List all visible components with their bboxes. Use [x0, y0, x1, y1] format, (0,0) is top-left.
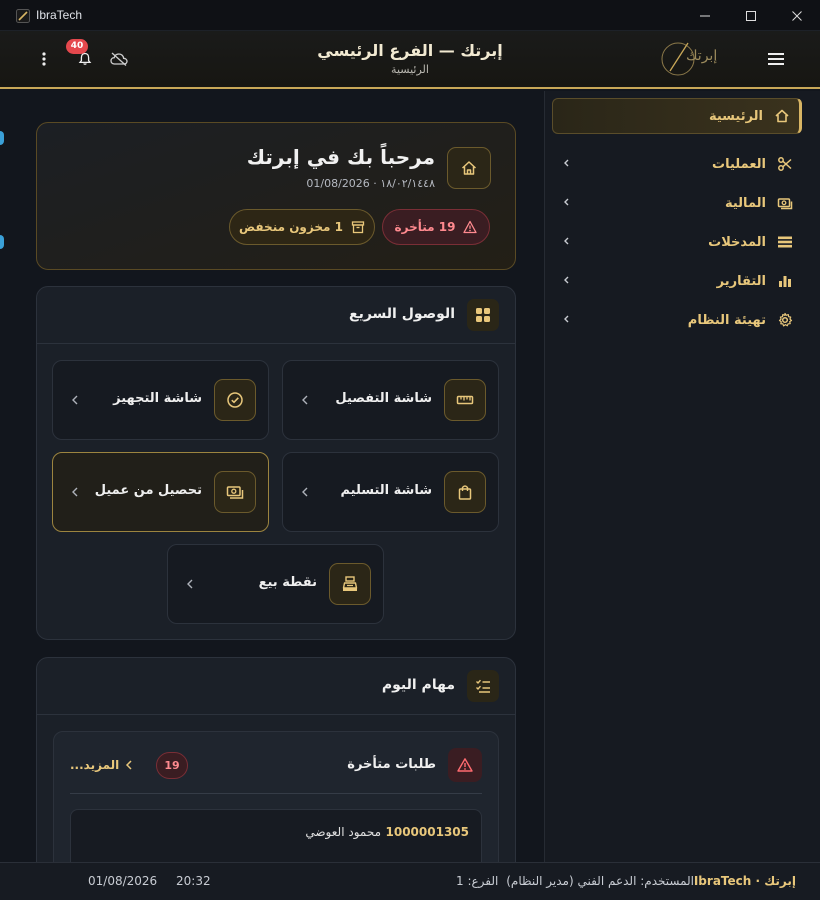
chevron-left-icon — [302, 395, 308, 405]
welcome-title: مرحباً بك في إبرتك — [246, 145, 435, 169]
edge-indicator — [0, 131, 4, 145]
grid-icon — [467, 299, 499, 331]
tile-label: شاشة التفصيل — [335, 391, 432, 406]
chevron-left-icon — [564, 315, 569, 323]
status-branch: الفرع: 1 — [456, 874, 499, 888]
check-circle-icon — [214, 379, 256, 421]
sidebar-item-operations[interactable]: العمليات — [552, 146, 802, 182]
tile-label: نقطة بيع — [258, 575, 317, 590]
tasks-header: مهام اليوم — [37, 658, 515, 715]
chevron-left-icon — [126, 760, 132, 770]
scissors-icon — [776, 155, 794, 173]
close-window-button[interactable] — [774, 0, 820, 31]
chevron-left-icon — [564, 159, 569, 167]
shopping-bag-icon — [444, 471, 486, 513]
overdue-orders-title: طلبات متأخرة — [347, 757, 436, 772]
main-content: مرحباً بك في إبرتك ١٨/٠٢/١٤٤٨ · 01/08/20… — [0, 91, 544, 862]
cash-icon — [214, 471, 256, 513]
sidebar: الرئيسية العمليات المالية المدخلات التقا… — [544, 91, 820, 862]
gear-icon — [776, 311, 794, 329]
logo-wordmark: إبرتك — [686, 48, 718, 64]
chevron-left-icon — [72, 395, 78, 405]
tile-preparation-screen[interactable]: شاشة التجهيز — [52, 360, 269, 440]
overdue-badge[interactable]: 19 متأخرة — [382, 209, 490, 245]
welcome-date: ١٨/٠٢/١٤٤٨ · 01/08/2026 — [306, 177, 435, 190]
chevron-left-icon — [302, 487, 308, 497]
section-title: مهام اليوم — [381, 677, 455, 693]
quick-access-header: الوصول السريع — [37, 287, 515, 344]
status-time: 20:32 — [176, 874, 211, 888]
sidebar-item-label: تهيئة النظام — [687, 312, 766, 328]
cash-register-icon — [329, 563, 371, 605]
table-row[interactable]: 1000001305 محمود العوضي — [70, 809, 482, 862]
tile-label: شاشة التسليم — [340, 483, 432, 498]
chevron-left-icon — [564, 237, 569, 245]
chevron-left-icon — [564, 276, 569, 284]
overdue-badge-label: 19 متأخرة — [394, 220, 456, 234]
tile-label: شاشة التجهيز — [113, 391, 202, 406]
status-date: 01/08/2026 — [88, 874, 158, 888]
sidebar-item-reports[interactable]: التقارير — [552, 263, 802, 299]
chevron-left-icon — [72, 487, 78, 497]
app-icon — [16, 8, 30, 23]
sidebar-item-label: الرئيسية — [708, 108, 763, 124]
customer-name: محمود العوضي — [305, 825, 381, 839]
sidebar-item-label: المالية — [724, 195, 766, 211]
status-bar: إبرتك · IbraTech المستخدم: الدعم الفني (… — [0, 862, 820, 900]
minimize-button[interactable] — [682, 0, 728, 31]
edge-indicator — [0, 235, 4, 249]
tile-delivery-screen[interactable]: شاشة التسليم — [282, 452, 499, 532]
sidebar-item-system-settings[interactable]: تهيئة النظام — [552, 302, 802, 338]
tile-point-of-sale[interactable]: نقطة بيع — [167, 544, 384, 624]
minimize-icon — [700, 15, 710, 16]
sidebar-item-inputs[interactable]: المدخلات — [552, 224, 802, 260]
sidebar-item-label: العمليات — [712, 156, 766, 172]
maximize-button[interactable] — [728, 0, 774, 31]
home-icon — [773, 107, 791, 125]
archive-icon — [351, 221, 365, 234]
more-link-label: المزيد... — [70, 758, 120, 772]
welcome-card: مرحباً بك في إبرتك ١٨/٠٢/١٤٤٨ · 01/08/20… — [36, 122, 516, 270]
sidebar-item-label: المدخلات — [708, 234, 766, 250]
tile-label: تحصيل من عميل — [94, 483, 202, 498]
todays-tasks-card: مهام اليوم طلبات متأخرة 19 المزيد... 100… — [36, 657, 516, 862]
close-icon — [792, 10, 802, 21]
window-titlebar: IbraTech — [0, 0, 820, 31]
low-stock-badge-label: 1 مخزون منخفض — [239, 220, 343, 234]
section-title: الوصول السريع — [349, 306, 455, 322]
app-header: 40 إبرتك — الفرع الرئيسي الرئيسية إبرتك — [0, 31, 820, 89]
list-icon — [776, 233, 794, 251]
window-title: IbraTech — [36, 8, 83, 22]
hamburger-icon — [768, 53, 784, 65]
sidebar-item-label: التقارير — [716, 273, 766, 289]
maximize-icon — [746, 10, 756, 21]
task-list-icon — [467, 670, 499, 702]
chevron-left-icon — [187, 579, 193, 589]
tile-tailoring-screen[interactable]: شاشة التفصيل — [282, 360, 499, 440]
status-brand: إبرتك · IbraTech — [693, 874, 796, 888]
overdue-count-badge: 19 — [156, 752, 188, 779]
overdue-orders-header: طلبات متأخرة 19 المزيد... — [70, 732, 482, 794]
bar-chart-icon — [776, 272, 794, 290]
order-number: 1000001305 — [385, 825, 470, 839]
chevron-left-icon — [564, 198, 569, 206]
home-icon — [447, 147, 491, 189]
more-link[interactable]: المزيد... — [70, 758, 133, 772]
brand-logo: إبرتك — [658, 37, 724, 81]
low-stock-badge[interactable]: 1 مخزون منخفض — [229, 209, 375, 245]
overdue-orders-panel: طلبات متأخرة 19 المزيد... 1000001305 محم… — [53, 731, 499, 862]
sidebar-item-finance[interactable]: المالية — [552, 185, 802, 221]
sidebar-item-home[interactable]: الرئيسية — [552, 98, 802, 134]
ruler-icon — [444, 379, 486, 421]
status-user: المستخدم: الدعم الفني (مدير النظام) — [506, 874, 694, 888]
hamburger-menu-button[interactable] — [764, 31, 788, 87]
warning-icon — [463, 220, 478, 234]
tile-customer-collection[interactable]: تحصيل من عميل — [52, 452, 269, 532]
quick-access-card: الوصول السريع شاشة التفصيل شاشة التجهيز … — [36, 286, 516, 640]
warning-icon — [448, 748, 482, 782]
cash-icon — [776, 194, 794, 212]
